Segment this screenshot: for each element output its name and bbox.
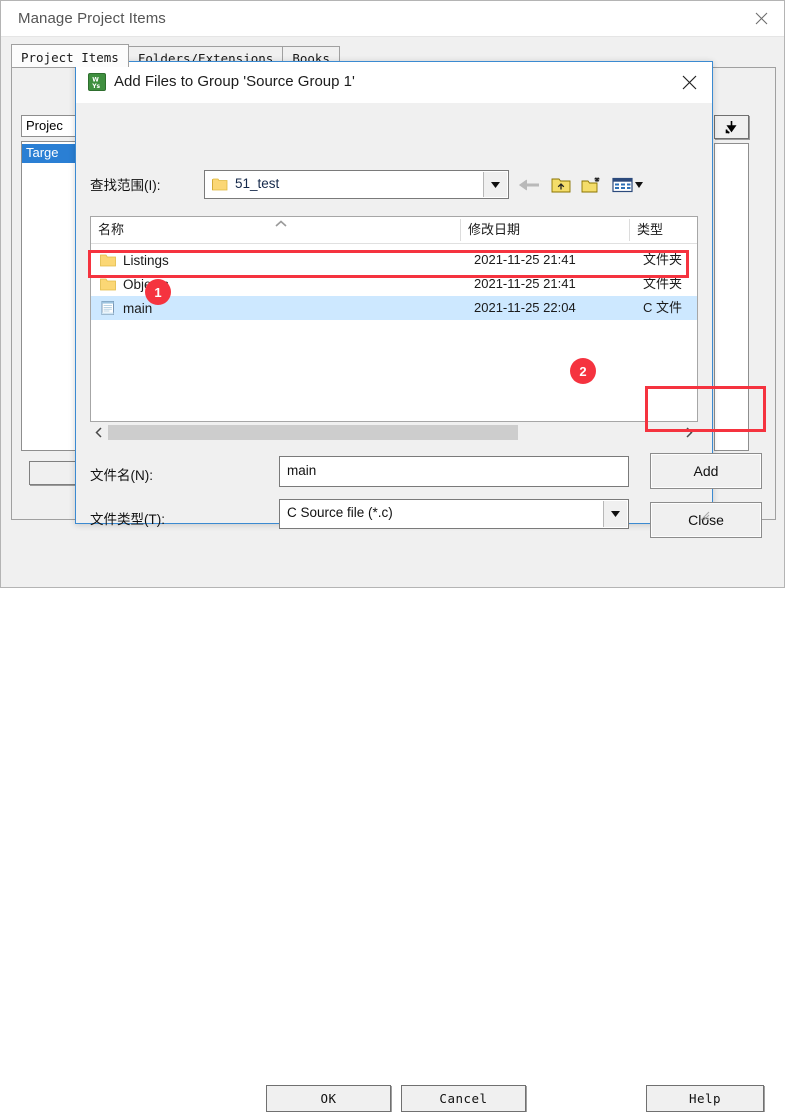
chevron-down-icon — [611, 511, 620, 517]
file-name-text: Objects — [123, 276, 169, 292]
c-file-icon — [101, 301, 114, 315]
filetype-label: 文件类型(T): — [90, 512, 165, 527]
file-name-text: Listings — [123, 252, 169, 268]
folder-icon — [100, 278, 116, 291]
table-row[interactable]: Listings 2021-11-25 21:41 文件夹 — [91, 248, 697, 272]
cancel-button[interactable]: Cancel — [401, 1085, 526, 1112]
up-folder-icon — [551, 178, 571, 193]
file-list-horizontal-scrollbar[interactable] — [90, 424, 698, 441]
up-folder-button[interactable] — [548, 172, 574, 198]
new-folder-button[interactable] — [578, 172, 604, 198]
file-name-cell: main — [100, 296, 152, 320]
svg-text:Ys: Ys — [91, 83, 100, 90]
scroll-left-button[interactable] — [90, 424, 107, 441]
column-header-type[interactable]: 类型 — [630, 217, 697, 243]
main-window-close-button[interactable] — [738, 1, 784, 36]
sort-ascending-caret-icon — [275, 220, 287, 227]
filetype-dropdown-button[interactable] — [603, 501, 627, 527]
main-window-titlebar: Manage Project Items — [1, 1, 784, 37]
tab-project-items[interactable]: Project Items — [11, 44, 129, 67]
new-folder-icon — [581, 177, 600, 193]
scroll-right-button[interactable] — [681, 424, 698, 441]
file-type-cell: 文件夹 — [643, 252, 683, 267]
file-type-cell: C 文件 — [643, 300, 683, 315]
close-icon — [755, 12, 767, 25]
main-window-button-bar: OK Cancel Help — [1, 539, 784, 1112]
table-row[interactable]: main 2021-11-25 22:04 C 文件 — [91, 296, 697, 320]
lookin-combo[interactable]: 51_test — [204, 170, 509, 199]
chevron-down-icon — [491, 181, 500, 188]
lookin-dropdown-button[interactable] — [483, 172, 507, 197]
file-name-cell: Objects — [100, 272, 169, 296]
scrollbar-thumb[interactable] — [108, 425, 518, 440]
file-date-cell: 2021-11-25 21:41 — [474, 276, 576, 291]
filetype-value: C Source file (*.c) — [287, 505, 393, 520]
dialog-titlebar: W Ys Add Files to Group 'Source Group 1' — [76, 62, 712, 103]
file-type-cell: 文件夹 — [643, 276, 683, 291]
lookin-value: 51_test — [235, 176, 280, 191]
project-combo-value: Projec — [26, 118, 63, 133]
project-targets-list[interactable]: Targe — [21, 141, 79, 451]
filename-label: 文件名(N): — [90, 468, 153, 483]
filename-input[interactable]: main — [279, 456, 629, 487]
add-files-move-button[interactable] — [714, 115, 749, 139]
ok-button[interactable]: OK — [266, 1085, 391, 1112]
resize-grip-icon[interactable] — [697, 508, 710, 521]
file-name-text: main — [123, 300, 153, 316]
help-button[interactable]: Help — [646, 1085, 764, 1112]
down-arrow-icon — [725, 120, 737, 134]
list-item[interactable]: Targe — [22, 144, 78, 163]
back-button[interactable] — [516, 172, 542, 198]
file-list[interactable]: 名称 修改日期 类型 Listings 2021-11-25 21:41 文件夹 — [90, 216, 698, 422]
add-button[interactable]: Add — [650, 453, 762, 489]
folder-icon — [100, 254, 116, 267]
file-date-cell: 2021-11-25 21:41 — [474, 252, 576, 267]
folder-icon — [212, 178, 228, 191]
close-icon — [682, 75, 696, 89]
view-mode-button[interactable] — [608, 172, 648, 198]
view-mode-icon — [612, 177, 643, 193]
column-header-date[interactable]: 修改日期 — [461, 217, 629, 243]
dialog-title: Add Files to Group 'Source Group 1' — [114, 73, 355, 90]
keil-uvision-icon: W Ys — [88, 73, 106, 91]
tab-label: Project Items — [21, 50, 119, 65]
filename-value: main — [287, 463, 317, 478]
table-row[interactable]: Objects 2021-11-25 21:41 文件夹 — [91, 272, 697, 296]
back-icon — [519, 179, 539, 191]
dialog-close-button[interactable] — [666, 62, 712, 102]
project-targets-combo[interactable]: Projec — [21, 115, 79, 137]
file-name-cell: Listings — [100, 248, 169, 272]
file-date-cell: 2021-11-25 22:04 — [474, 300, 576, 315]
lookin-label: 查找范围(I): — [90, 178, 161, 193]
page-title: Manage Project Items — [18, 10, 166, 27]
project-list-action-button[interactable] — [29, 461, 79, 485]
filetype-combo[interactable]: C Source file (*.c) — [279, 499, 629, 529]
chevron-left-icon — [95, 427, 102, 438]
file-list-header: 名称 修改日期 类型 — [91, 217, 697, 244]
files-list-panel[interactable] — [714, 143, 749, 451]
chevron-right-icon — [686, 427, 693, 438]
add-files-dialog: W Ys Add Files to Group 'Source Group 1'… — [75, 61, 762, 538]
